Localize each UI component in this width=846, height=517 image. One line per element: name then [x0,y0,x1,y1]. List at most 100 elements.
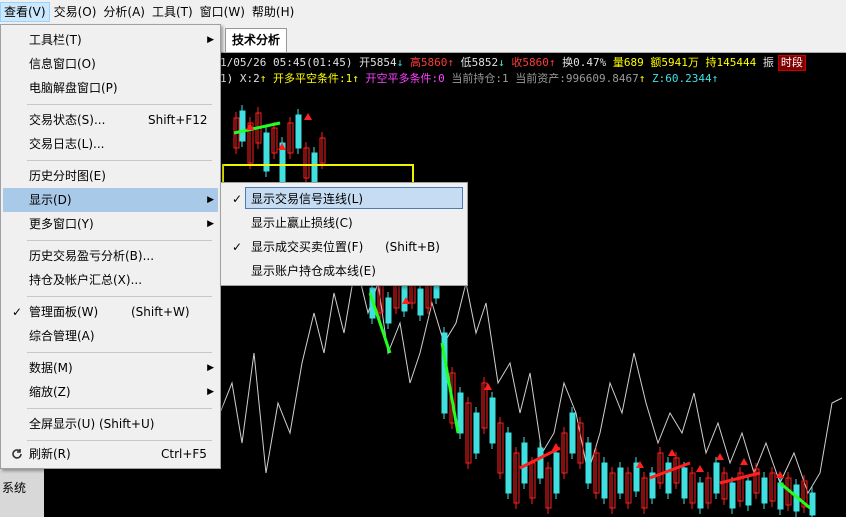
menu-item-history-timeshare[interactable]: 历史分时图(E) [3,164,218,188]
candle [777,482,784,510]
menu-item-trade-log-label: 交易日志(L)... [29,137,105,151]
menu-item-fullscreen-label: 全屏显示(U) (Shift+U) [29,417,155,431]
menu-separator [27,104,212,105]
menu-item-more-windows-label: 更多窗口(Y) [29,217,94,231]
menu-item-toolbar-label: 工具栏(T) [29,33,82,47]
menu-item-info-window-label: 信息窗口(O) [29,57,96,71]
signal-marker-icon [740,458,748,465]
indicator-line [220,262,843,495]
menu-item-management-panel-shortcut: (Shift+W) [131,305,190,319]
menu-item-refresh-label: 刷新(R) [29,447,71,461]
candle [713,462,720,494]
candle [505,432,512,494]
menu-item-display-label: 显示(D) [29,193,72,207]
candle [601,462,608,499]
candle [553,452,560,494]
candle [385,297,392,324]
candle [537,447,544,479]
submenu-item-cost-line[interactable]: 显示账户持仓成本线(E) [223,259,465,283]
check-icon: ✓ [11,305,23,319]
menu-item-info-window[interactable]: 信息窗口(O) [3,52,218,76]
submenu-item-cost-line-label: 显示账户持仓成本线(E) [251,264,376,278]
tab-technical-analysis[interactable]: 技术分析 [225,28,288,52]
menu-bar: 查看(V) 交易(O) 分析(A) 工具(T) 窗口(W) 帮助(H) [0,0,846,25]
menu-item-data-label: 数据(M) [29,361,73,375]
candle [521,442,528,484]
view-menu: 工具栏(T) ▶ 信息窗口(O) 电脑解盘窗口(P) 交易状态(S)... Sh… [0,24,221,469]
submenu-arrow-icon: ▶ [207,219,214,229]
candle [745,480,752,506]
menu-item-management-panel[interactable]: ✓ 管理面板(W) (Shift+W) [3,300,218,324]
left-panel-label: 系统 [2,481,27,495]
menu-item-zoom-label: 缩放(Z) [29,385,71,399]
menu-item-general-management[interactable]: 综合管理(A) [3,324,218,348]
candle [665,462,672,494]
menu-item-pnl-analysis-label: 历史交易盈亏分析(B)... [29,249,155,263]
menu-view[interactable]: 查看(V) [0,2,50,22]
menu-item-zoom[interactable]: 缩放(Z) ▶ [3,380,218,404]
signal-marker-icon [484,383,492,390]
candle [585,442,592,484]
submenu-arrow-icon: ▶ [207,363,214,373]
menu-item-management-panel-label: 管理面板(W) [29,305,99,319]
refresh-icon [9,442,25,468]
submenu-arrow-icon: ▶ [207,387,214,397]
signal-marker-icon [552,443,560,450]
signal-marker-icon [304,113,312,120]
menu-separator [27,160,212,161]
signal-marker-icon [716,453,724,460]
submenu-item-stop-lines[interactable]: 显示止赢止损线(C) [223,211,465,235]
submenu-arrow-icon: ▶ [207,35,214,45]
candle [761,477,768,504]
menu-help[interactable]: 帮助(H) [249,2,297,22]
candle [697,482,704,509]
menu-item-pc-analysis-window[interactable]: 电脑解盘窗口(P) [3,76,218,100]
candle [617,467,624,494]
check-icon: ✓ [231,240,243,254]
menu-separator [27,296,212,297]
menu-item-trade-log[interactable]: 交易日志(L)... [3,132,218,156]
signal-marker-icon [668,449,676,456]
menu-item-data[interactable]: 数据(M) ▶ [3,356,218,380]
menu-trade[interactable]: 交易(O) [51,2,100,22]
candle [489,397,496,444]
submenu-arrow-icon: ▶ [207,195,214,205]
menu-item-trade-status-shortcut: Shift+F12 [148,113,208,127]
menu-item-position-summary[interactable]: 持仓及帐户汇总(X)... [3,268,218,292]
menu-item-trade-status-label: 交易状态(S)... [29,113,106,127]
menu-item-position-summary-label: 持仓及帐户汇总(X)... [29,273,143,287]
menu-separator [27,240,212,241]
menu-item-general-management-label: 综合管理(A) [29,329,95,343]
signal-marker-icon [696,465,704,472]
menu-window[interactable]: 窗口(W) [197,2,248,22]
candle [457,392,464,434]
tab-strip: 技术分析 [220,24,846,53]
menu-item-fullscreen[interactable]: 全屏显示(U) (Shift+U) [3,412,218,436]
submenu-item-stop-lines-label: 显示止赢止损线(C) [251,216,353,230]
menu-tools[interactable]: 工具(T) [149,2,196,22]
menu-item-pnl-analysis[interactable]: 历史交易盈亏分析(B)... [3,244,218,268]
menu-item-refresh[interactable]: 刷新(R) Ctrl+F5 [3,442,218,466]
menu-item-history-timeshare-label: 历史分时图(E) [29,169,106,183]
candle [239,110,246,142]
submenu-item-signal-lines-label: 显示交易信号连线(L) [251,192,364,206]
candle [417,288,424,316]
menu-item-toolbar[interactable]: 工具栏(T) ▶ [3,28,218,52]
candle [295,114,302,149]
candle [729,482,736,509]
candle [809,492,816,516]
submenu-item-fill-positions[interactable]: ✓ 显示成交买卖位置(F) (Shift+B) [223,235,465,259]
candle [473,412,480,454]
menu-separator [27,408,212,409]
menu-item-more-windows[interactable]: 更多窗口(Y) ▶ [3,212,218,236]
display-submenu: ✓ 显示交易信号连线(L) 显示止赢止损线(C) ✓ 显示成交买卖位置(F) (… [220,182,468,286]
menu-analysis[interactable]: 分析(A) [100,2,148,22]
menu-separator [27,440,212,441]
candle [569,412,576,454]
candle [681,467,688,499]
menu-item-display[interactable]: 显示(D) ▶ [3,188,218,212]
menu-separator [27,352,212,353]
submenu-item-signal-lines[interactable]: ✓ 显示交易信号连线(L) [223,187,465,211]
menu-item-pc-analysis-window-label: 电脑解盘窗口(P) [29,81,118,95]
menu-item-trade-status[interactable]: 交易状态(S)... Shift+F12 [3,108,218,132]
